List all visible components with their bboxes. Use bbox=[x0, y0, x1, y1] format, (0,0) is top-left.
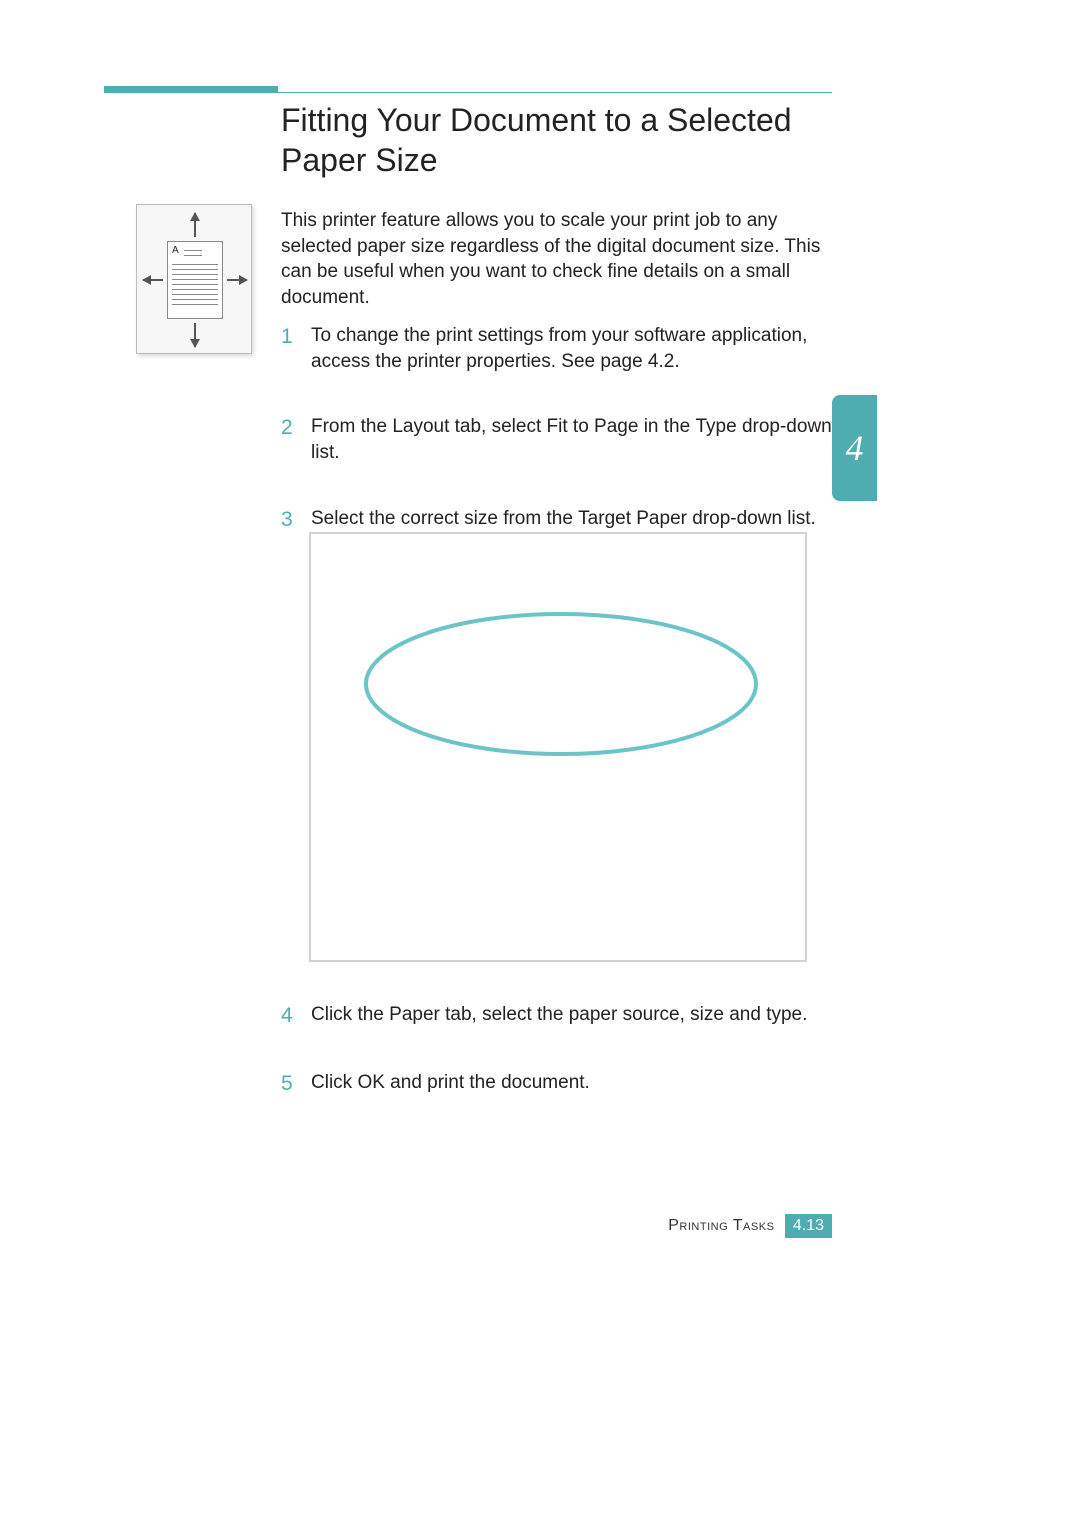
step-body: Select the correct size from the Target … bbox=[311, 506, 846, 534]
step-text: Select the correct size from the bbox=[311, 508, 578, 529]
figure-inner-page: A bbox=[167, 241, 223, 319]
steps-list-top: 1 To change the print settings from your… bbox=[281, 323, 846, 534]
figure-label: A bbox=[172, 245, 179, 256]
ui-term-layout: Layout bbox=[392, 416, 449, 437]
chapter-tab: 4 bbox=[832, 395, 877, 501]
step-text: in the bbox=[638, 416, 695, 437]
highlight-ellipse-icon bbox=[311, 534, 809, 964]
step-number: 2 bbox=[281, 414, 311, 465]
step-body: Click the Paper tab, select the paper so… bbox=[311, 1002, 846, 1030]
step-body: To change the print settings from your s… bbox=[311, 323, 846, 374]
step-body: Click OK and print the document. bbox=[311, 1070, 846, 1098]
arrow-left-icon bbox=[143, 279, 163, 281]
ui-term-ok: OK bbox=[357, 1072, 384, 1093]
footer-page-number: 4.13 bbox=[785, 1214, 832, 1238]
chapter-number: 4 bbox=[846, 427, 864, 469]
step-text: tab, select the paper source, size and t… bbox=[440, 1004, 808, 1025]
page-footer: Printing Tasks 4.13 bbox=[0, 1214, 832, 1238]
arrow-down-icon bbox=[194, 323, 196, 347]
step-text: and print the document. bbox=[385, 1072, 590, 1093]
step-text: To change the print settings from your s… bbox=[311, 325, 807, 372]
ui-term-type: Type bbox=[695, 416, 736, 437]
step-text: Click bbox=[311, 1072, 357, 1093]
step-text: drop-down list. bbox=[687, 508, 816, 529]
steps-list-bottom: 4 Click the Paper tab, select the paper … bbox=[281, 1002, 846, 1139]
arrow-right-icon bbox=[227, 279, 247, 281]
step-text: Click the bbox=[311, 1004, 389, 1025]
step-number: 3 bbox=[281, 506, 311, 534]
intro-paragraph: This printer feature allows you to scale… bbox=[281, 208, 846, 311]
step-1: 1 To change the print settings from your… bbox=[281, 323, 846, 374]
step-text: From the bbox=[311, 416, 392, 437]
step-number: 5 bbox=[281, 1070, 311, 1098]
header-rule-line bbox=[104, 92, 832, 93]
document-page: Fitting Your Document to a Selected Pape… bbox=[0, 0, 1080, 1523]
ui-term-target-paper: Target Paper bbox=[578, 508, 687, 529]
footer-section-label: Printing Tasks bbox=[668, 1217, 774, 1234]
step-text: tab, select bbox=[449, 416, 546, 437]
step-number: 1 bbox=[281, 323, 311, 374]
ui-term-paper: Paper bbox=[389, 1004, 440, 1025]
step-2: 2 From the Layout tab, select Fit to Pag… bbox=[281, 414, 846, 465]
step-3: 3 Select the correct size from the Targe… bbox=[281, 506, 846, 534]
ui-term-fit-to-page: Fit to Page bbox=[547, 416, 639, 437]
page-title: Fitting Your Document to a Selected Pape… bbox=[281, 100, 832, 180]
step-number: 4 bbox=[281, 1002, 311, 1030]
fit-to-page-figure: A bbox=[136, 204, 252, 354]
step-4: 4 Click the Paper tab, select the paper … bbox=[281, 1002, 846, 1030]
step-5: 5 Click OK and print the document. bbox=[281, 1070, 846, 1098]
arrow-up-icon bbox=[194, 213, 196, 237]
screenshot-placeholder bbox=[309, 532, 807, 962]
step-body: From the Layout tab, select Fit to Page … bbox=[311, 414, 846, 465]
